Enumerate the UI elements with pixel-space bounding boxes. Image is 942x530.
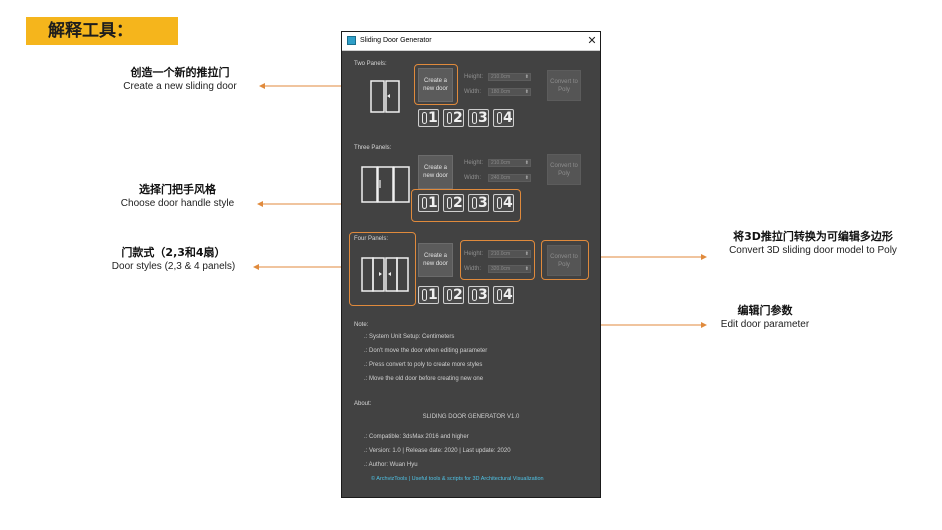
about-line: .: Version: 1.0 | Release date: 2020 | L… [364,448,511,454]
handle-style-number: 2 [453,195,463,211]
about-label: About: [354,401,372,407]
handle-style-number: 1 [428,110,438,126]
two-panel-door-icon [370,80,400,113]
handle-style-2-button[interactable]: 2 [443,286,464,304]
two-panels-width-spinner[interactable]: 180.0cm ⬍ [488,88,531,96]
four-panels-height-value: 210.0cm [491,251,511,257]
handle-icon [472,197,477,209]
handle-style-number: 4 [503,287,513,303]
archviztools-link[interactable]: © ArchvizTools | Useful tools & scripts … [371,475,544,483]
handle-style-1-button[interactable]: 1 [418,286,439,304]
about-line: .: Compatible: 3dsMax 2016 and higher [364,434,469,440]
handle-icon [472,112,477,124]
handle-style-3-button[interactable]: 3 [468,194,489,212]
note-line: .: System Unit Setup: Centimeters [364,334,455,340]
three-panels-height-spinner[interactable]: 210.0cm ⬍ [488,159,531,167]
create-button-highlight [414,64,458,105]
spinner-arrows-icon: ⬍ [524,266,529,272]
four-panels-height-label: Height: [464,251,484,257]
note-line: .: Don't move the door when editing para… [364,348,488,354]
three-panels-convert-button[interactable]: Convert to Poly [547,154,581,185]
about-line: .: Author: Wuan Hyu [364,462,418,468]
handle-icon [497,197,502,209]
handle-icon [422,112,427,124]
handle-icon [497,289,502,301]
handle-icon [447,112,452,124]
sliding-door-generator-window: Sliding Door Generator ✕ Two Panels: Cre… [341,31,601,498]
three-panel-door-icon [361,166,410,203]
handle-style-number: 3 [478,287,488,303]
handle-style-4-button[interactable]: 4 [493,109,514,127]
four-panels-width-value: 320.0cm [491,266,511,272]
handle-style-4-button[interactable]: 4 [493,194,514,212]
four-panels-width-label: Width: [464,266,482,272]
handle-style-3-button[interactable]: 3 [468,109,489,127]
note-label: Note: [354,322,369,328]
note-line: .: Press convert to poly to create more … [364,362,483,368]
window-title: Sliding Door Generator [360,37,432,44]
handle-icon [497,112,502,124]
handle-style-1-button[interactable]: 1 [418,194,439,212]
handle-icon [447,289,452,301]
handle-style-3-button[interactable]: 3 [468,286,489,304]
close-icon[interactable]: ✕ [585,33,599,49]
handle-style-number: 1 [428,195,438,211]
about-product-name: SLIDING DOOR GENERATOR V1.0 [422,414,520,420]
section-four-panels-label: Four Panels: [354,236,389,242]
two-panels-height-value: 210.0cm [491,74,511,80]
handle-style-2-button[interactable]: 2 [443,109,464,127]
three-panels-height-value: 210.0cm [491,160,511,166]
handle-style-2-button[interactable]: 2 [443,194,464,212]
handle-style-number: 2 [453,110,463,126]
handle-style-number: 4 [503,195,513,211]
four-panels-create-button[interactable]: Create a new door [418,243,453,277]
four-panels-width-spinner[interactable]: 320.0cm ⬍ [488,265,531,273]
three-panels-handle-row: 1 2 3 4 [418,194,518,214]
note-line: .: Move the old door before creating new… [364,376,484,382]
spinner-arrows-icon: ⬍ [524,175,529,181]
spinner-arrows-icon: ⬍ [524,74,529,80]
section-three-panels-label: Three Panels: [354,145,392,151]
three-panels-width-label: Width: [464,175,482,181]
two-panels-height-label: Height: [464,74,484,80]
two-panels-height-spinner[interactable]: 210.0cm ⬍ [488,73,531,81]
handle-icon [447,197,452,209]
spinner-arrows-icon: ⬍ [524,251,529,257]
three-panels-create-button[interactable]: Create a new door [418,155,453,189]
handle-style-number: 3 [478,110,488,126]
handle-icon [422,197,427,209]
four-panels-handle-row: 1 2 3 4 [418,286,518,306]
two-panels-width-label: Width: [464,89,482,95]
handle-style-number: 2 [453,287,463,303]
handle-icon [422,289,427,301]
handle-style-1-button[interactable]: 1 [418,109,439,127]
three-panels-width-spinner[interactable]: 240.0cm ⬍ [488,174,531,182]
two-panels-width-value: 180.0cm [491,89,511,95]
section-two-panels-label: Two Panels: [354,61,387,67]
four-panels-convert-button[interactable]: Convert to Poly [547,245,581,276]
handle-style-number: 3 [478,195,488,211]
spinner-arrows-icon: ⬍ [524,160,529,166]
handle-style-number: 4 [503,110,513,126]
four-panel-door-icon [361,257,409,292]
app-icon [347,36,356,45]
handle-style-number: 1 [428,287,438,303]
window-titlebar: Sliding Door Generator ✕ [342,32,600,51]
two-panels-handle-row: 1 2 3 4 [418,109,518,129]
four-panels-height-spinner[interactable]: 210.0cm ⬍ [488,250,531,258]
spinner-arrows-icon: ⬍ [524,89,529,95]
three-panels-width-value: 240.0cm [491,175,511,181]
two-panels-convert-button[interactable]: Convert to Poly [547,70,581,101]
handle-style-4-button[interactable]: 4 [493,286,514,304]
handle-icon [472,289,477,301]
three-panels-height-label: Height: [464,160,484,166]
parameters-highlight [460,240,535,280]
